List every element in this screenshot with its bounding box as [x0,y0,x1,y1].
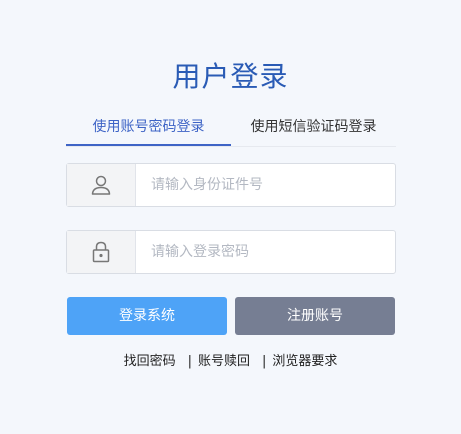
page-title: 用户登录 [172,60,289,93]
password-field [66,230,401,274]
login-button[interactable]: 登录系统 [67,297,227,335]
login-method-tabs: 使用账号密码登录 使用短信验证码登录 [66,110,396,147]
user-icon [91,175,111,195]
link-separator: | [187,354,192,369]
tab-sms-login[interactable]: 使用短信验证码登录 [231,110,396,144]
user-icon-box [67,164,136,206]
account-recovery-link[interactable]: 账号赎回 [198,354,250,369]
id-number-input[interactable] [136,164,401,206]
tab-password-login[interactable]: 使用账号密码登录 [66,110,231,146]
lock-icon [92,241,110,263]
link-separator: | [262,354,267,369]
browser-requirements-link[interactable]: 浏览器要求 [272,354,337,369]
password-input[interactable] [136,231,401,273]
footer-links: 找回密码 | 账号赎回 | 浏览器要求 [0,350,461,369]
id-number-field [66,163,401,207]
find-password-link[interactable]: 找回密码 [124,354,176,369]
register-button[interactable]: 注册账号 [235,297,395,335]
lock-icon-box [67,231,136,273]
